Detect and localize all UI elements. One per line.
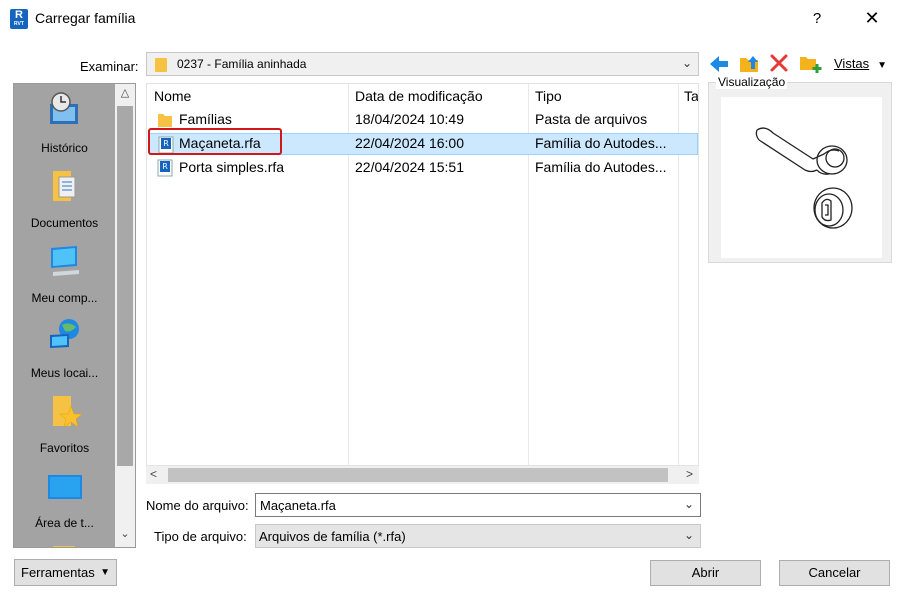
desktop-icon [48, 475, 82, 499]
scroll-thumb[interactable] [117, 106, 133, 466]
favorites-icon [53, 396, 83, 428]
place-computer[interactable]: Meu comp... [14, 236, 115, 311]
folder-icon [155, 58, 167, 72]
sort-ascending-icon: ⌃ [247, 83, 256, 92]
folder-icon [158, 114, 172, 127]
place-label: Histórico [41, 141, 88, 155]
column-header-size[interactable]: Ta [684, 88, 698, 104]
help-button[interactable]: ? [800, 6, 834, 32]
scroll-down-icon[interactable]: ⌄ [115, 527, 135, 545]
chevron-down-icon[interactable]: ⌄ [684, 497, 694, 511]
door-handle-preview-icon [755, 127, 853, 229]
cancel-button[interactable]: Cancelar [779, 560, 890, 586]
scroll-right-icon[interactable]: > [686, 467, 693, 481]
look-in-value: 0237 - Família aninhada [177, 57, 307, 71]
look-in-dropdown[interactable]: 0237 - Família aninhada ⌄ [146, 52, 699, 76]
places-list: Histórico Documentos Meu comp... Meus lo… [14, 84, 115, 547]
place-history[interactable]: Histórico [14, 86, 115, 161]
file-type: Família do Autodes... [535, 135, 667, 151]
network-icon [50, 319, 79, 348]
place-label: Meus locai... [30, 366, 99, 380]
column-header-date[interactable]: Data de modificação [355, 88, 483, 104]
horizontal-scrollbar[interactable]: < > [146, 466, 699, 484]
scroll-up-icon[interactable]: △ [115, 86, 135, 104]
revit-app-icon: R RVT [10, 9, 28, 29]
history-icon [50, 92, 78, 124]
folder-icon [53, 546, 75, 547]
file-type: Pasta de arquivos [535, 111, 648, 127]
places-scrollbar[interactable]: △ ⌄ [115, 84, 135, 547]
file-row-porta-simples[interactable]: R Porta simples.rfa 22/04/2024 15:51 Fam… [149, 157, 698, 179]
place-network[interactable]: Meus locai... [14, 311, 115, 386]
open-button[interactable]: Abrir [650, 560, 761, 586]
place-partial [14, 536, 115, 547]
file-type: Família do Autodes... [535, 159, 667, 175]
file-name: Porta simples.rfa [179, 159, 285, 175]
file-name-input[interactable] [255, 493, 701, 517]
file-name-label: Nome do arquivo: [146, 498, 249, 513]
file-date: 18/04/2024 10:49 [355, 111, 464, 127]
window-title: Carregar família [35, 10, 136, 26]
rfa-file-icon: R [157, 159, 173, 177]
close-button[interactable]: ✕ [855, 6, 889, 32]
chevron-down-icon: ⌄ [681, 56, 692, 70]
look-in-label: Examinar: [80, 59, 139, 74]
highlight-annotation-box [148, 128, 282, 155]
up-folder-icon[interactable] [738, 52, 760, 74]
place-favorites[interactable]: Favoritos [14, 386, 115, 461]
file-type-dropdown[interactable]: Arquivos de família (*.rfa) [255, 524, 701, 548]
file-date: 22/04/2024 16:00 [355, 135, 464, 151]
place-label: Favoritos [39, 441, 90, 455]
scroll-left-icon[interactable]: < [150, 467, 157, 481]
place-desktop[interactable]: Área de t... [14, 461, 115, 536]
file-type-label: Tipo de arquivo: [154, 529, 247, 544]
views-label: Vistas [834, 56, 870, 71]
delete-icon[interactable] [768, 52, 790, 74]
title-bar [0, 0, 905, 38]
tools-label: Ferramentas [21, 565, 95, 580]
dropdown-arrow-icon: ▼ [100, 567, 110, 578]
file-date: 22/04/2024 15:51 [355, 159, 464, 175]
file-name: Famílias [179, 111, 232, 127]
column-header-name[interactable]: Nome [154, 88, 191, 104]
svg-text:R: R [162, 162, 168, 171]
place-documents[interactable]: Documentos [14, 161, 115, 236]
views-menu-button[interactable]: Vistas ▼ [834, 56, 887, 71]
computer-icon [51, 246, 79, 276]
scroll-thumb[interactable] [168, 468, 668, 482]
preview-label: Visualização [716, 75, 788, 89]
place-label: Documentos [30, 216, 99, 230]
column-header-type[interactable]: Tipo [535, 88, 562, 104]
preview-image [721, 97, 882, 258]
place-label: Área de t... [35, 516, 94, 530]
back-arrow-icon[interactable] [708, 54, 730, 74]
dropdown-arrow-icon: ▼ [877, 60, 888, 71]
places-bar: Histórico Documentos Meu comp... Meus lo… [13, 83, 136, 548]
documents-icon [53, 171, 76, 201]
new-folder-icon[interactable] [798, 52, 822, 74]
place-label: Meu comp... [31, 291, 98, 305]
tools-button[interactable]: Ferramentas ▼ [14, 559, 117, 586]
chevron-down-icon[interactable]: ⌄ [684, 528, 694, 542]
